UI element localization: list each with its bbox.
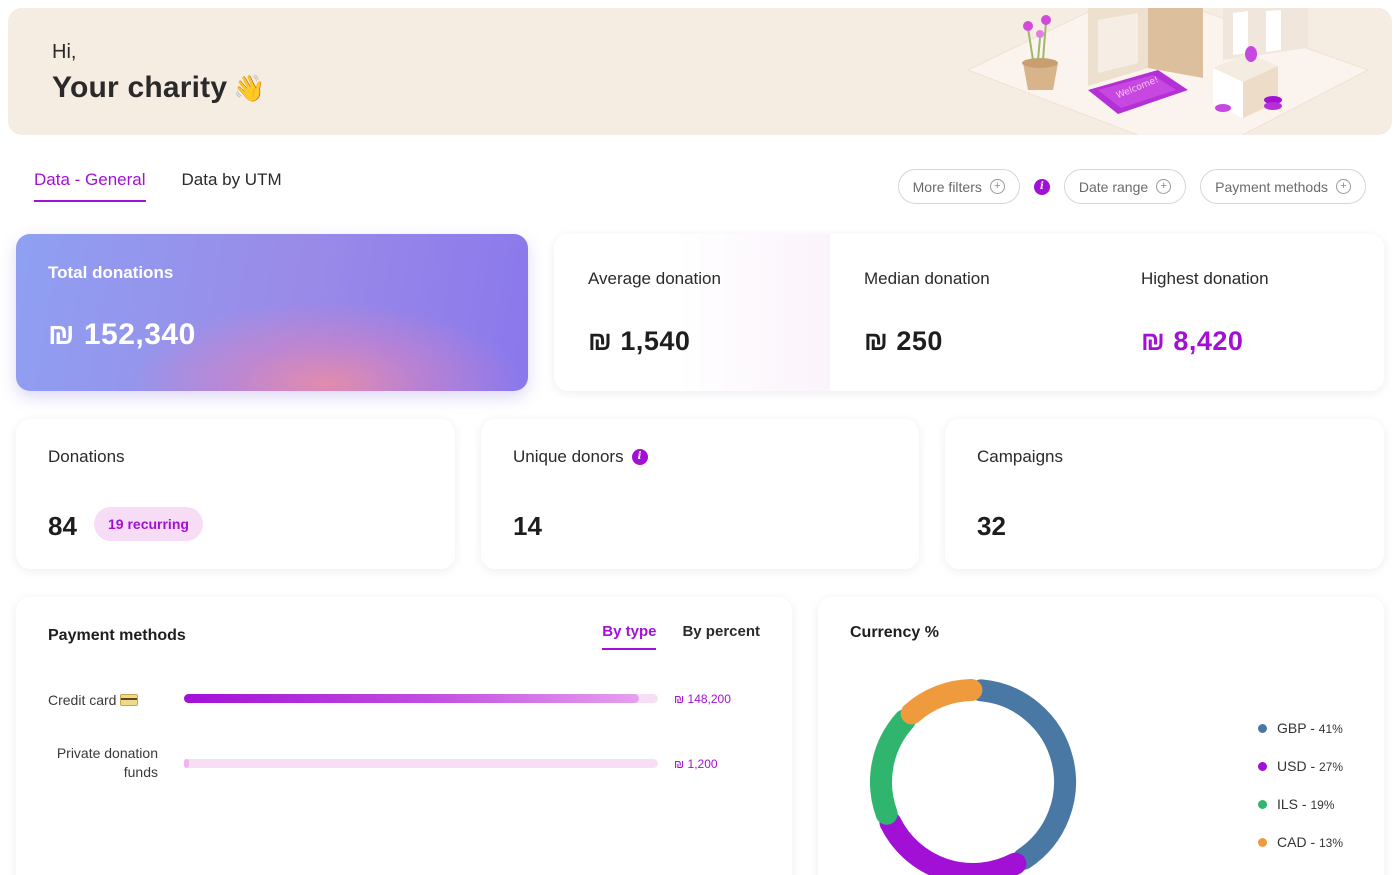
average-donation-value: ₪ 1,540 bbox=[588, 326, 691, 356]
unique-donors-value: 14 bbox=[513, 511, 542, 541]
credit-card-row-label: Credit card bbox=[48, 691, 139, 710]
total-donations-value: ₪ 152,340 bbox=[48, 318, 196, 351]
tab-by-percent[interactable]: By percent bbox=[682, 623, 760, 650]
legend-dot-ils bbox=[1258, 799, 1267, 809]
legend-dot-cad bbox=[1258, 837, 1267, 847]
donut-slice-usd bbox=[879, 811, 1027, 875]
median-donation-label: Median donation bbox=[864, 269, 990, 288]
highest-donation-cell: Highest donation ₪ 8,420 bbox=[1107, 234, 1383, 391]
legend-text-gbp: GBP - bbox=[1277, 720, 1319, 736]
filter-bar: More filters + i Date range + Payment me… bbox=[897, 169, 1366, 204]
credit-card-bar-fill bbox=[184, 694, 640, 703]
legend-item-usd: USD - 27% bbox=[1258, 747, 1343, 785]
currency-card: Currency % GBP - 41% USD - 27% ILS - 19%… bbox=[818, 597, 1384, 875]
welcome-illustration: Welcome! bbox=[966, 8, 1370, 135]
payment-methods-title: Payment methods bbox=[48, 627, 186, 644]
payment-methods-tabs: By type By percent bbox=[602, 623, 760, 650]
plus-icon: + bbox=[1156, 179, 1172, 194]
unique-donors-header: Unique donors i bbox=[513, 447, 648, 467]
highest-donation-label: Highest donation bbox=[1141, 269, 1269, 288]
payment-methods-filter-button[interactable]: Payment methods + bbox=[1200, 169, 1366, 204]
currency-legend: GBP - 41% USD - 27% ILS - 19% CAD - 13% bbox=[1258, 709, 1343, 861]
median-donation-cell: Median donation ₪ 250 bbox=[830, 234, 1106, 391]
date-range-button[interactable]: Date range + bbox=[1063, 169, 1187, 204]
private-funds-bar-fill bbox=[184, 759, 189, 768]
plus-icon: + bbox=[1336, 179, 1351, 194]
greeting: Hi, bbox=[52, 41, 77, 63]
average-donation-label: Average donation bbox=[588, 269, 721, 288]
credit-card-bar bbox=[184, 694, 658, 703]
unique-donors-label: Unique donors bbox=[513, 447, 624, 466]
legend-text-ils: ILS - bbox=[1277, 796, 1311, 812]
info-icon[interactable]: i bbox=[1033, 178, 1050, 195]
legend-item-cad: CAD - 13% bbox=[1258, 823, 1343, 861]
data-tabs: Data - General Data by UTM bbox=[34, 170, 282, 202]
currency-donut-chart bbox=[870, 679, 1076, 875]
legend-item-ils: ILS - 19% bbox=[1258, 785, 1343, 823]
page-title: Your charity 👋 bbox=[52, 71, 266, 105]
donations-label: Donations bbox=[48, 447, 125, 466]
more-filters-label: More filters bbox=[912, 178, 982, 195]
legend-pct-ils: 19% bbox=[1310, 798, 1335, 812]
payment-methods-card: Payment methods By type By percent Credi… bbox=[16, 597, 792, 875]
legend-pct-usd: 27% bbox=[1319, 760, 1344, 774]
donations-value: 84 bbox=[48, 511, 77, 541]
charity-name: Your charity bbox=[52, 71, 228, 104]
donation-stats-card: Average donation ₪ 1,540 Median donation… bbox=[554, 234, 1384, 391]
credit-card-value: ₪ 148,200 bbox=[674, 692, 731, 706]
tab-data-general[interactable]: Data - General bbox=[34, 170, 146, 202]
credit-card-label: Credit card bbox=[48, 692, 117, 708]
legend-label-gbp: GBP - 41% bbox=[1277, 720, 1343, 736]
tab-data-by-utm[interactable]: Data by UTM bbox=[182, 170, 282, 202]
donut-slice-cad bbox=[900, 679, 983, 725]
highest-donation-value: ₪ 8,420 bbox=[1141, 326, 1244, 356]
more-filters-button[interactable]: More filters + bbox=[897, 169, 1020, 204]
legend-pct-gbp: 41% bbox=[1318, 722, 1343, 736]
legend-item-gbp: GBP - 41% bbox=[1258, 709, 1343, 747]
median-donation-value: ₪ 250 bbox=[864, 326, 943, 356]
legend-label-usd: USD - 27% bbox=[1277, 758, 1343, 774]
legend-label-ils: ILS - 19% bbox=[1277, 796, 1335, 812]
recurring-badge: 19 recurring bbox=[94, 507, 203, 541]
donut-slice-ils bbox=[870, 709, 916, 825]
campaigns-value: 32 bbox=[977, 511, 1006, 541]
welcome-banner: Hi, Your charity 👋 Welcome! bbox=[8, 8, 1392, 135]
legend-dot-usd bbox=[1258, 761, 1267, 771]
legend-pct-cad: 13% bbox=[1319, 836, 1344, 850]
private-funds-bar bbox=[184, 759, 658, 768]
average-donation-cell: Average donation ₪ 1,540 bbox=[554, 234, 830, 391]
legend-dot-gbp bbox=[1258, 723, 1267, 733]
legend-label-cad: CAD - 13% bbox=[1277, 834, 1343, 850]
tab-by-type[interactable]: By type bbox=[602, 623, 657, 650]
private-funds-label-line1: Private donation bbox=[56, 745, 158, 761]
donut-slice-gbp bbox=[970, 679, 1076, 870]
legend-text-cad: CAD - bbox=[1277, 834, 1319, 850]
date-range-label: Date range bbox=[1078, 178, 1149, 195]
wave-icon: 👋 bbox=[233, 73, 266, 103]
plus-icon: + bbox=[989, 179, 1005, 194]
donations-card: Donations 84 19 recurring bbox=[16, 419, 455, 569]
payment-methods-filter-label: Payment methods bbox=[1215, 178, 1328, 195]
legend-text-usd: USD - bbox=[1277, 758, 1319, 774]
total-donations-label: Total donations bbox=[48, 263, 174, 282]
total-donations-card: Total donations ₪ 152,340 bbox=[16, 234, 528, 391]
private-funds-value: ₪ 1,200 bbox=[674, 757, 718, 771]
private-funds-label-line2: funds bbox=[123, 764, 158, 780]
credit-card-icon bbox=[120, 694, 139, 706]
currency-title: Currency % bbox=[850, 624, 939, 641]
unique-donors-card: Unique donors i 14 bbox=[481, 419, 919, 569]
campaigns-card: Campaigns 32 bbox=[945, 419, 1384, 569]
private-funds-row-label: Private donation funds bbox=[48, 744, 158, 782]
info-icon[interactable]: i bbox=[631, 449, 648, 465]
campaigns-label: Campaigns bbox=[977, 447, 1063, 466]
